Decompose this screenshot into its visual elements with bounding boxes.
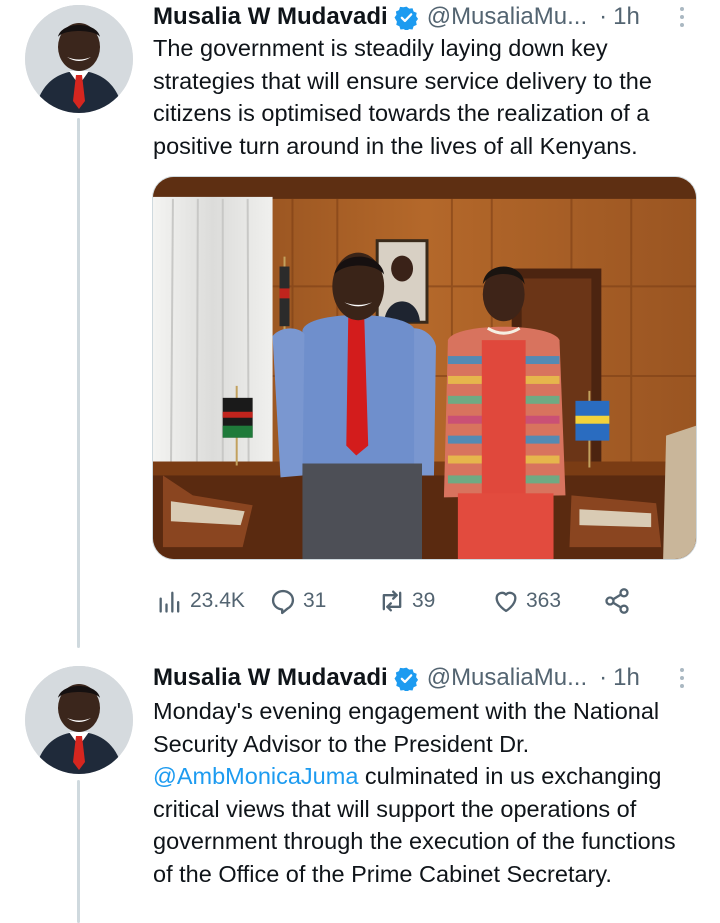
tweet-text: Monday's evening engagement with the Nat… [153, 695, 698, 890]
like-button[interactable]: 363 [492, 583, 561, 619]
separator-dot: · [599, 3, 608, 30]
photo-image [153, 177, 696, 559]
timestamp[interactable]: 1h [613, 664, 640, 692]
more-vertical-icon[interactable] [675, 0, 689, 34]
tweet-text-part: Monday's evening engagement with the Nat… [153, 698, 660, 757]
author-name[interactable]: Musalia W Mudavadi [153, 664, 388, 692]
tweet-header: Musalia W Mudavadi @MusaliaMu... · 1h [153, 0, 640, 34]
heart-icon [495, 591, 517, 613]
separator-dot: · [599, 664, 608, 691]
mention-link[interactable]: @AmbMonicaJuma [153, 763, 358, 789]
share-nodes-icon [605, 588, 629, 614]
verified-badge-icon [394, 667, 418, 691]
avatar[interactable] [25, 666, 133, 774]
analytics-bars-icon [159, 591, 180, 613]
avatar-image [25, 666, 133, 774]
reply-bubble-icon [271, 589, 295, 615]
verified-badge-icon [394, 6, 418, 30]
retweet-arrows-icon [382, 590, 402, 612]
more-vertical-icon[interactable] [675, 661, 689, 695]
tweet-header: Musalia W Mudavadi @MusaliaMu... · 1h [153, 661, 640, 695]
thread-connector-line [77, 118, 80, 648]
views-count: 23.4K [190, 589, 245, 612]
author-handle[interactable]: @MusaliaMu... [427, 3, 587, 31]
tweet-text: The government is steadily laying down k… [153, 35, 652, 159]
timestamp[interactable]: 1h [613, 3, 640, 31]
reply-button[interactable]: 31 [269, 583, 326, 619]
tweet-photo[interactable] [152, 176, 697, 560]
avatar-image [25, 5, 133, 113]
views-button[interactable]: 23.4K [156, 583, 245, 619]
like-count: 363 [526, 589, 562, 612]
retweet-count: 39 [412, 589, 436, 612]
avatar[interactable] [25, 5, 133, 113]
author-name[interactable]: Musalia W Mudavadi [153, 3, 388, 31]
thread-connector-line [77, 780, 80, 923]
author-handle[interactable]: @MusaliaMu... [427, 664, 587, 692]
reply-count: 31 [303, 589, 327, 612]
share-button[interactable] [603, 583, 631, 619]
retweet-button[interactable]: 39 [378, 583, 435, 619]
